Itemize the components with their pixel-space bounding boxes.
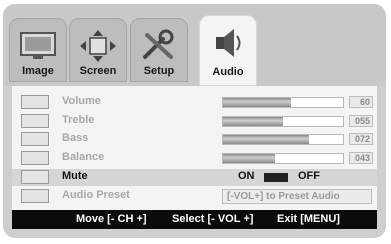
- volume-icon: [21, 95, 49, 109]
- arrows-icon: [80, 30, 116, 62]
- help-select: Select [- VOL +]: [172, 213, 254, 225]
- tab-image-label: Image: [22, 65, 54, 77]
- treble-slider-fill: [223, 117, 283, 126]
- volume-value: 60: [349, 96, 373, 108]
- tab-screen[interactable]: Screen: [69, 18, 127, 82]
- preset-icon: [21, 189, 49, 203]
- volume-label: Volume: [62, 95, 101, 107]
- treble-slider[interactable]: [222, 116, 344, 127]
- treble-label: Treble: [62, 114, 95, 126]
- balance-icon: [21, 151, 49, 165]
- tab-bar: Image Screen Setup Audio: [3, 4, 386, 86]
- balance-value: 043: [349, 152, 373, 164]
- help-exit: Exit [MENU]: [277, 213, 340, 225]
- bass-slider-fill: [223, 135, 310, 144]
- osd-menu: Image Screen Setup Audio Volume 60 Trebl…: [3, 4, 386, 238]
- treble-icon: [21, 114, 49, 128]
- volume-slider-fill: [223, 98, 292, 107]
- bass-label: Bass: [62, 132, 89, 144]
- help-move: Move [- CH +]: [76, 213, 147, 225]
- tab-setup-label: Setup: [143, 65, 175, 77]
- treble-row[interactable]: Treble 055: [12, 113, 377, 130]
- bass-row[interactable]: Bass 072: [12, 131, 377, 148]
- monitor-icon: [20, 32, 56, 59]
- mute-toggle[interactable]: [264, 173, 288, 182]
- tab-screen-label: Screen: [79, 65, 117, 77]
- help-bar: Move [- CH +] Select [- VOL +] Exit [MEN…: [12, 210, 377, 229]
- mute-on-option[interactable]: ON: [238, 170, 255, 182]
- tab-audio-label: Audio: [212, 66, 244, 78]
- audio-preset-hint[interactable]: [-VOL+] to Preset Audio: [222, 189, 372, 204]
- balance-label: Balance: [62, 151, 105, 163]
- volume-row[interactable]: Volume 60: [12, 94, 377, 111]
- audio-preset-label: Audio Preset: [62, 189, 130, 201]
- bass-icon: [21, 132, 49, 146]
- speaker-icon: [216, 29, 241, 57]
- bass-slider[interactable]: [222, 134, 344, 145]
- audio-settings-panel: Volume 60 Treble 055 Bass 072 Balance 04…: [12, 86, 377, 210]
- mute-icon: [21, 170, 49, 184]
- tools-icon: [143, 29, 174, 59]
- mute-row[interactable]: Mute ON OFF: [12, 169, 377, 186]
- balance-slider[interactable]: [222, 153, 344, 164]
- bass-value: 072: [349, 133, 373, 145]
- tab-setup[interactable]: Setup: [130, 18, 188, 82]
- tab-audio[interactable]: Audio: [199, 15, 257, 86]
- treble-value: 055: [349, 115, 373, 127]
- balance-row[interactable]: Balance 043: [12, 150, 377, 167]
- audio-preset-row[interactable]: Audio Preset [-VOL+] to Preset Audio: [12, 188, 377, 205]
- balance-slider-fill: [223, 154, 275, 163]
- volume-slider[interactable]: [222, 97, 344, 108]
- mute-label: Mute: [62, 170, 88, 182]
- mute-off-option[interactable]: OFF: [298, 170, 320, 182]
- tab-image[interactable]: Image: [9, 18, 67, 82]
